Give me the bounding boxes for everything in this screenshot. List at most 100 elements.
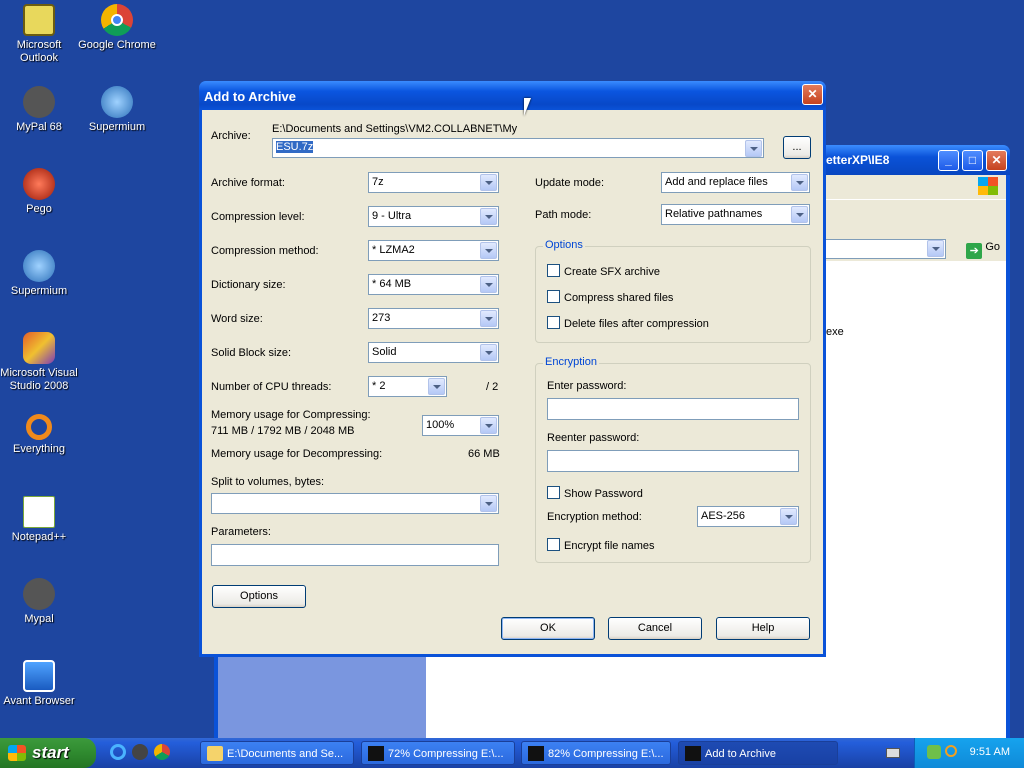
chevron-down-icon[interactable] (480, 174, 497, 191)
minimize-button[interactable]: _ (938, 150, 959, 171)
desktop-icon-label: MyPal 68 (16, 121, 62, 133)
task-explorer[interactable]: E:\Documents and Se... (200, 741, 354, 765)
chevron-down-icon[interactable] (480, 208, 497, 225)
show-password-checkbox[interactable]: Show Password (547, 486, 643, 500)
clock[interactable]: 9:51 AM (970, 746, 1010, 758)
chevron-down-icon[interactable] (480, 344, 497, 361)
compression-level-label: Compression level: (211, 211, 305, 223)
split-volumes-combo[interactable] (211, 493, 499, 514)
7zip-icon (368, 746, 384, 761)
task-compressing-82[interactable]: 82% Compressing E:\... (521, 741, 671, 765)
checkbox-box[interactable] (547, 538, 560, 551)
parameters-input[interactable] (211, 544, 499, 566)
file-list-item[interactable]: exe (826, 326, 844, 338)
desktop-icon-mypal[interactable]: Mypal (0, 578, 78, 626)
tray-app-icon[interactable] (927, 745, 941, 759)
archive-format-combo[interactable]: 7z (368, 172, 499, 193)
archive-format-value: 7z (372, 176, 384, 188)
start-button[interactable]: start (0, 738, 96, 768)
chevron-down-icon[interactable] (480, 242, 497, 259)
taskbar: start E:\Documents and Se... 72% Compres… (0, 738, 1024, 768)
dictionary-size-label: Dictionary size: (211, 279, 286, 291)
chevron-down-icon[interactable] (780, 508, 797, 525)
checkbox-box[interactable] (547, 486, 560, 499)
compression-level-combo[interactable]: 9 - Ultra (368, 206, 499, 227)
word-size-combo[interactable]: 273 (368, 308, 499, 329)
dialog-titlebar[interactable]: Add to Archive ✕ (199, 81, 826, 110)
compression-method-label: Compression method: (211, 245, 319, 257)
mem-compress-percent-combo[interactable]: 100% (422, 415, 499, 436)
compression-method-combo[interactable]: * LZMA2 (368, 240, 499, 261)
desktop-icon-pego[interactable]: Pego (0, 168, 78, 216)
desktop-icon-label: Avant Browser (3, 695, 75, 707)
dictionary-size-combo[interactable]: * 64 MB (368, 274, 499, 295)
chevron-down-icon[interactable] (745, 140, 762, 157)
task-compressing-72[interactable]: 72% Compressing E:\... (361, 741, 515, 765)
quick-launch (104, 744, 184, 762)
reenter-password-input[interactable] (547, 450, 799, 472)
system-tray: 9:51 AM (914, 738, 1024, 768)
cpu-threads-combo[interactable]: * 2 (368, 376, 447, 397)
desktop-icon-label: Supermium (10, 285, 68, 297)
keyboard-icon[interactable] (886, 748, 900, 758)
ie-icon[interactable] (110, 744, 126, 760)
enter-password-input[interactable] (547, 398, 799, 420)
update-mode-combo[interactable]: Add and replace files (661, 172, 810, 193)
desktop-icon-label: Notepad++ (11, 531, 67, 543)
task-add-to-archive[interactable]: Add to Archive (678, 741, 838, 765)
update-mode-label: Update mode: (535, 177, 605, 189)
desktop-icon-mypal68[interactable]: MyPal 68 (0, 86, 78, 134)
desktop-icon-everything[interactable]: Everything (0, 414, 78, 456)
cancel-button[interactable]: Cancel (608, 617, 702, 640)
mem-decompress-label: Memory usage for Decompressing: (211, 448, 383, 460)
desktop-icon-supermium[interactable]: Supermium (78, 86, 156, 134)
chevron-down-icon[interactable] (428, 378, 445, 395)
dialog-title: Add to Archive (204, 89, 296, 104)
chevron-down-icon[interactable] (791, 174, 808, 191)
desktop-icon-chrome[interactable]: Google Chrome (78, 4, 156, 52)
desktop-icon-notepadpp[interactable]: Notepad++ (0, 496, 78, 544)
checkbox-box[interactable] (547, 316, 560, 329)
browse-button[interactable]: ... (783, 136, 811, 159)
checkbox-label: Create SFX archive (564, 266, 660, 278)
add-to-archive-dialog[interactable]: Add to Archive ✕ Archive: E:\Documents a… (199, 81, 826, 657)
dialog-close-button[interactable]: ✕ (802, 84, 823, 105)
chevron-down-icon[interactable] (480, 276, 497, 293)
checkbox-box[interactable] (547, 264, 560, 277)
desktop-icon-label: Pego (26, 203, 52, 215)
go-button[interactable]: ➔ Go (966, 241, 1000, 259)
path-mode-value: Relative pathnames (665, 208, 763, 220)
chevron-down-icon[interactable] (791, 206, 808, 223)
task-label: E:\Documents and Se... (227, 748, 344, 760)
compress-shared-checkbox[interactable]: Compress shared files (547, 290, 673, 304)
help-button[interactable]: Help (716, 617, 810, 640)
desktop-icon-outlook[interactable]: Microsoft Outlook (0, 4, 78, 65)
word-size-label: Word size: (211, 313, 263, 325)
archive-name-combo[interactable]: ESU.7z (272, 138, 764, 158)
chevron-down-icon[interactable] (480, 417, 497, 434)
maximize-button[interactable]: □ (962, 150, 983, 171)
delete-after-checkbox[interactable]: Delete files after compression (547, 316, 709, 330)
compression-level-value: 9 - Ultra (372, 210, 412, 222)
solid-block-combo[interactable]: Solid (368, 342, 499, 363)
options-button[interactable]: Options (212, 585, 306, 608)
chrome-icon[interactable] (154, 744, 170, 760)
desktop-icon-avant[interactable]: Avant Browser (0, 660, 78, 708)
raccoon-icon[interactable] (132, 744, 148, 760)
close-button[interactable]: ✕ (986, 150, 1007, 171)
encryption-method-combo[interactable]: AES-256 (697, 506, 799, 527)
chevron-down-icon[interactable] (480, 310, 497, 327)
path-mode-combo[interactable]: Relative pathnames (661, 204, 810, 225)
notepadpp-icon (23, 496, 55, 528)
search-icon[interactable] (945, 745, 957, 757)
ok-button[interactable]: OK (501, 617, 595, 640)
mouse-cursor-icon (524, 98, 531, 116)
desktop-icon-visual-studio[interactable]: Microsoft Visual Studio 2008 (0, 332, 78, 393)
create-sfx-checkbox[interactable]: Create SFX archive (547, 264, 660, 278)
desktop-icon-supermium-2[interactable]: Supermium (0, 250, 78, 298)
path-mode-label: Path mode: (535, 209, 592, 221)
encrypt-names-checkbox[interactable]: Encrypt file names (547, 538, 654, 552)
desktop-icon-label: Supermium (88, 121, 146, 133)
checkbox-box[interactable] (547, 290, 560, 303)
chevron-down-icon[interactable] (480, 495, 497, 512)
